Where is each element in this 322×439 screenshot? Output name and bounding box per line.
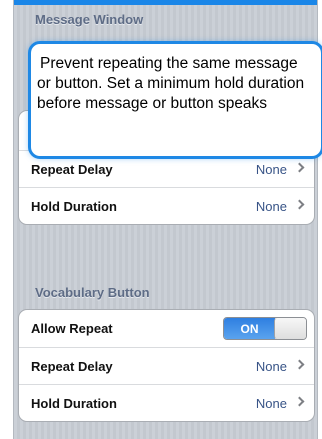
chevron-right-icon	[294, 359, 305, 370]
row-label: Repeat Delay	[31, 358, 113, 374]
section-header-message-window: Message Window	[35, 12, 144, 27]
row-value: None	[255, 198, 287, 214]
chevron-right-icon	[294, 199, 305, 210]
vocab-hold-duration-row[interactable]: Hold Duration None	[19, 384, 314, 421]
vocabulary-button-group: Allow Repeat ON Repeat Delay None Hold D…	[18, 309, 315, 422]
row-label: Allow Repeat	[31, 321, 113, 336]
top-edge-strip	[14, 0, 317, 5]
row-value: None	[255, 358, 287, 374]
section-header-vocabulary-button: Vocabulary Button	[35, 285, 150, 300]
callout-text: Prevent repeating the same message or bu…	[37, 55, 305, 112]
toggle-on-label: ON	[224, 318, 275, 339]
screen: Message Window Repeat Delay None Hold Du…	[0, 0, 322, 439]
callout-bubble: Prevent repeating the same message or bu…	[28, 41, 322, 159]
row-label: Hold Duration	[31, 198, 117, 214]
allow-repeat-row: Allow Repeat ON	[19, 310, 314, 347]
vocab-repeat-delay-row[interactable]: Repeat Delay None	[19, 347, 314, 384]
toggle-knob	[274, 318, 306, 339]
row-value: None	[255, 395, 287, 411]
message-window-hold-duration-row[interactable]: Hold Duration None	[19, 187, 314, 224]
chevron-right-icon	[294, 396, 305, 407]
allow-repeat-toggle[interactable]: ON	[223, 317, 307, 340]
chevron-right-icon	[294, 162, 305, 173]
row-label: Hold Duration	[31, 395, 117, 411]
row-value: None	[255, 161, 287, 177]
row-label: Repeat Delay	[31, 161, 113, 177]
